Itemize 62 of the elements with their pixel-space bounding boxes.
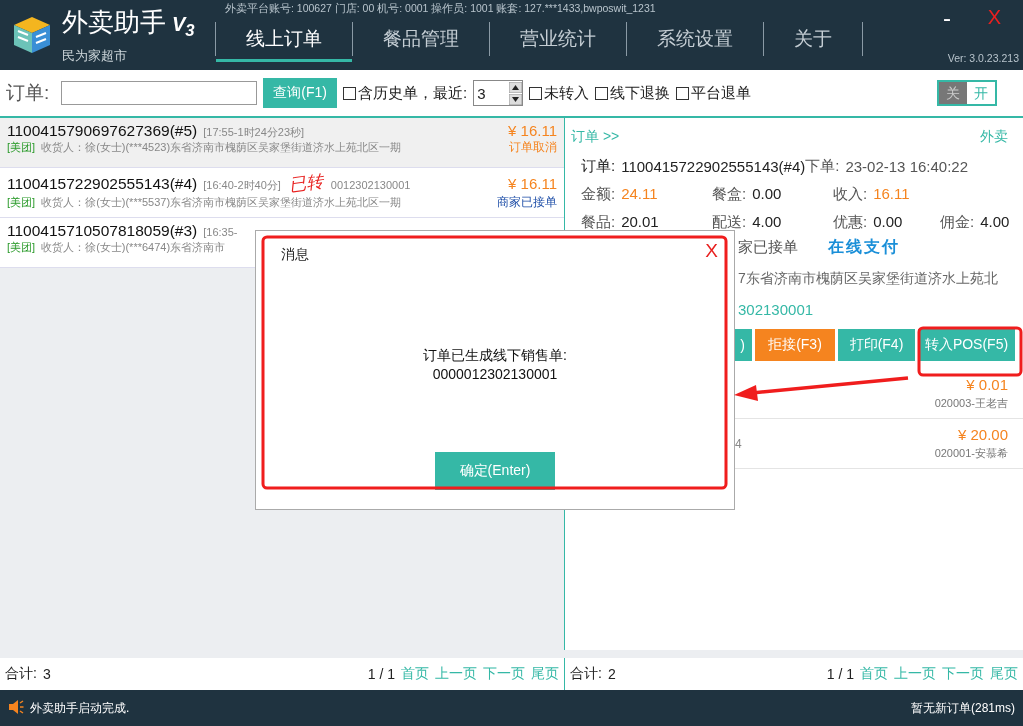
order-status: 家已接单 xyxy=(738,238,798,257)
field-label: 收入: xyxy=(833,185,868,202)
order-time: [17:55-1时24分23秒] xyxy=(203,125,305,140)
order-label: 订单: xyxy=(6,81,50,105)
order-address: 收货人：徐(女士)(***6474)东省济南市 xyxy=(41,240,226,255)
item-name: 020003-王老吉 xyxy=(934,396,1008,411)
order-status: 商家已接单 xyxy=(497,195,557,210)
total-count: 2 xyxy=(607,666,616,682)
payment-label: 在线支付 xyxy=(828,237,900,257)
status-message: 外卖助手启动完成. xyxy=(30,699,130,717)
order-address: 收货人：徐(女士)(***4523)东省济南市槐荫区吴家堡街道济水上苑北区一期 xyxy=(41,140,402,155)
order-number: 1100415722902555143(#4) xyxy=(7,175,198,193)
platform-tag: [美团] xyxy=(7,195,36,210)
field-value: 4.00 xyxy=(980,213,1010,230)
status-info: 暂无新订单(281ms) xyxy=(911,699,1015,717)
page-indicator: 1 / 1 xyxy=(367,666,395,682)
field-label: 金额: xyxy=(581,185,616,202)
field-label: 餐盒: xyxy=(712,185,747,202)
channel-label: 外卖 xyxy=(980,128,1008,146)
field-label: 下单: xyxy=(805,156,840,174)
field-label: 优惠: xyxy=(833,213,868,230)
field-value: 4.00 xyxy=(752,213,782,230)
order-time: [16:40-2时40分] xyxy=(203,178,281,193)
field-value: 16.11 xyxy=(873,185,910,202)
field-value: 0.00 xyxy=(873,213,903,230)
app-name: 外卖助手 V$_{3}$ xyxy=(62,5,195,42)
item-code: 4 xyxy=(735,436,742,451)
item-price: ¥ 0.01 xyxy=(966,376,1008,393)
dialog-message: 订单已生成线下销售单: xyxy=(423,346,567,365)
field-label: 餐品: xyxy=(581,213,616,230)
order-status: 订单取消 xyxy=(509,140,557,155)
field-label: 订单: xyxy=(581,156,616,176)
placed-time: 23-02-13 16:40:22 xyxy=(845,157,969,175)
platform-tag: [美团] xyxy=(7,140,36,155)
item-name: 020001-安慕希 xyxy=(934,446,1008,461)
account-info: 外卖平台账号: 100627 门店: 00 机号: 0001 操作员: 1001 账套: 127.***1433,bwposwit_1231 xyxy=(224,1,657,16)
version-label: Ver: 3.0.23.213 xyxy=(947,52,1019,64)
field-value: 0.00 xyxy=(752,185,782,202)
field-value: 24.11 xyxy=(621,185,658,202)
total-label: 合计: xyxy=(570,665,602,683)
order-address: 收货人：徐(女士)(***5537)东省济南市槐荫区吴家堡街道济水上苑北区一期 xyxy=(41,195,402,210)
transferred-label: 已转 xyxy=(287,170,325,197)
sales-number: 0000012302130001 xyxy=(431,365,559,384)
pos-number: 0012302130001 xyxy=(330,179,411,191)
delivery-address: 7东省济南市槐荫区吴家堡街道济水上苑北 xyxy=(738,269,998,288)
field-label: 配送: xyxy=(712,213,747,230)
store-name: 民为家超市 xyxy=(62,46,128,65)
order-number: 1100415790697627369(#5) xyxy=(7,122,198,140)
order-number: 1100415710507818059(#3) xyxy=(7,222,198,240)
dialog-title: 消息 xyxy=(281,246,309,264)
item-price: ¥ 20.00 xyxy=(957,426,1008,443)
pos-number: 302130001 xyxy=(738,301,814,318)
field-label: 佣金: xyxy=(940,213,975,230)
order-time: [16:35- xyxy=(203,226,238,238)
order-amount: ¥ 16.11 xyxy=(508,175,557,192)
order-number: 1100415722902555143(#4) xyxy=(621,157,806,175)
total-count: 3 xyxy=(42,666,51,682)
total-label: 合计: xyxy=(5,665,37,683)
order-amount: ¥ 16.11 xyxy=(508,122,557,139)
page-indicator: 1 / 1 xyxy=(826,666,854,682)
field-value: 20.01 xyxy=(621,213,659,230)
platform-tag: [美团] xyxy=(7,240,36,255)
